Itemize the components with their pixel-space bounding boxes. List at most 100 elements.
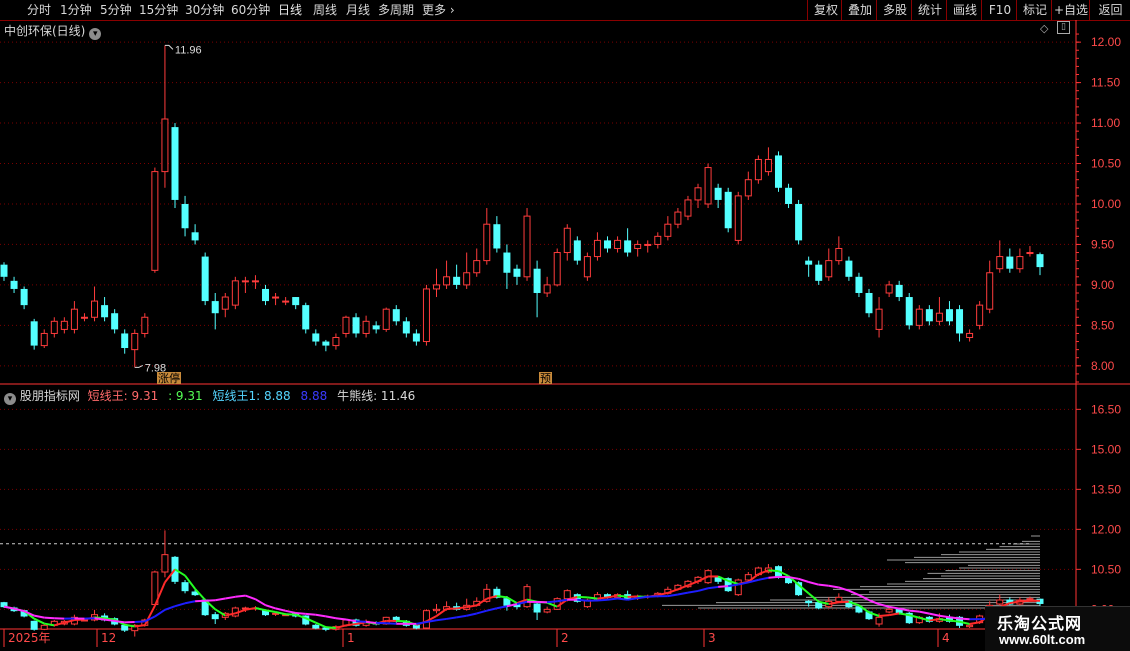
candle-body (755, 159, 761, 179)
slow-line-segment (105, 620, 115, 621)
x-tick-label: 2 (561, 631, 569, 645)
slow-line-segment (718, 586, 728, 587)
candle-body (111, 313, 118, 329)
candle-body (574, 240, 581, 260)
candle-body (81, 317, 87, 318)
candle-body (182, 204, 189, 228)
candle-body (775, 155, 782, 187)
mini-body (564, 591, 570, 599)
candle-body (413, 333, 420, 341)
short-line-segment (336, 625, 346, 628)
mini-body (876, 617, 882, 624)
short-line-segment (768, 570, 778, 571)
slow-line-segment (296, 613, 306, 614)
slow-line-segment (909, 611, 919, 612)
candle-body (745, 180, 751, 196)
candle-body (51, 321, 57, 333)
slow-line-segment (758, 578, 768, 580)
candle-body (876, 309, 882, 329)
slow-line-segment (316, 615, 326, 617)
y-tick-label: 10.50 (1091, 157, 1121, 171)
candle-body (534, 269, 541, 293)
slow-line-segment (919, 612, 929, 614)
diamond-icon[interactable]: ◇ (1040, 22, 1048, 35)
candle-body (946, 309, 953, 321)
slow-line-segment (819, 585, 829, 586)
high-label: 11.96 (175, 44, 202, 56)
candle-body (171, 127, 178, 200)
slow-line-segment (276, 608, 286, 610)
candle-body (312, 333, 319, 341)
candle-body (322, 342, 329, 346)
candle-body (584, 257, 590, 277)
candle-body (615, 240, 621, 248)
slow-line-segment (638, 597, 648, 598)
mini-body (313, 625, 319, 628)
candle-body (735, 196, 741, 241)
mini-body (806, 601, 812, 602)
candle-body (453, 277, 460, 285)
candle-body (715, 188, 722, 200)
candle-body (785, 188, 792, 204)
slow-line-segment (386, 623, 396, 624)
candle-body (403, 321, 410, 333)
short-line-segment (135, 625, 145, 626)
short-line-segment (970, 622, 980, 624)
slow-line-segment (708, 587, 718, 588)
short-line-segment (587, 597, 597, 598)
slow-line-segment (245, 596, 255, 600)
candle-body (926, 309, 933, 321)
low-marker (135, 365, 143, 367)
short-line-segment (457, 607, 467, 608)
watermark-url: www.60lt.com (999, 632, 1085, 647)
slow-line-segment (949, 617, 959, 618)
panel-toggle-icon[interactable]: ▯ (1057, 21, 1070, 34)
candle-body (252, 281, 258, 282)
stock-title-text: 中创环保(日线) (4, 24, 85, 38)
chevron-down-icon[interactable]: ▾ (4, 393, 16, 405)
candle-body (302, 305, 309, 329)
candle-body (886, 285, 892, 293)
high-marker (165, 45, 173, 49)
mini-body (816, 603, 822, 608)
candle-body (855, 277, 862, 293)
y-tick-label: 12.00 (1091, 522, 1121, 536)
legend-short-val: : 9.31 (168, 389, 203, 403)
y-tick-label: 9.00 (1091, 278, 1115, 292)
candle-body (393, 309, 400, 321)
indicator-name: 股朋指标网 (20, 389, 80, 403)
slow-line-segment (678, 593, 688, 595)
slow-line-segment (135, 621, 145, 622)
short-line-segment (618, 596, 628, 597)
candle-body (544, 285, 550, 293)
candle-body (484, 224, 490, 260)
candle-body (464, 273, 470, 285)
short-line-segment (889, 613, 899, 615)
candle-body (705, 168, 711, 204)
candle-body (363, 321, 369, 333)
candle-body (192, 232, 199, 240)
slow-line-segment (366, 622, 376, 623)
candle-body (142, 317, 148, 333)
candle-body (725, 192, 732, 228)
candle-body (977, 305, 983, 325)
slow-line-segment (879, 604, 889, 607)
candle-body (212, 301, 219, 313)
candle-body (554, 253, 560, 285)
candle-body (242, 281, 248, 282)
candle-body (61, 321, 67, 329)
slow-line-segment (437, 619, 447, 620)
slow-line-segment (255, 599, 265, 605)
mini-body (182, 583, 188, 591)
y-tick-label: 16.50 (1091, 402, 1121, 416)
forecast-tag: 预 (540, 372, 551, 385)
watermark: 乐淘公式网 www.60lt.com (985, 606, 1130, 651)
slow-line-segment (477, 611, 487, 614)
short-line-segment (597, 597, 607, 598)
candle-body (121, 333, 128, 348)
slow-line-segment (939, 616, 949, 617)
y-tick-label: 10.50 (1091, 562, 1121, 576)
candle-body (333, 337, 339, 345)
chevron-down-icon[interactable]: ▾ (89, 28, 101, 40)
mini-body (1027, 599, 1033, 600)
